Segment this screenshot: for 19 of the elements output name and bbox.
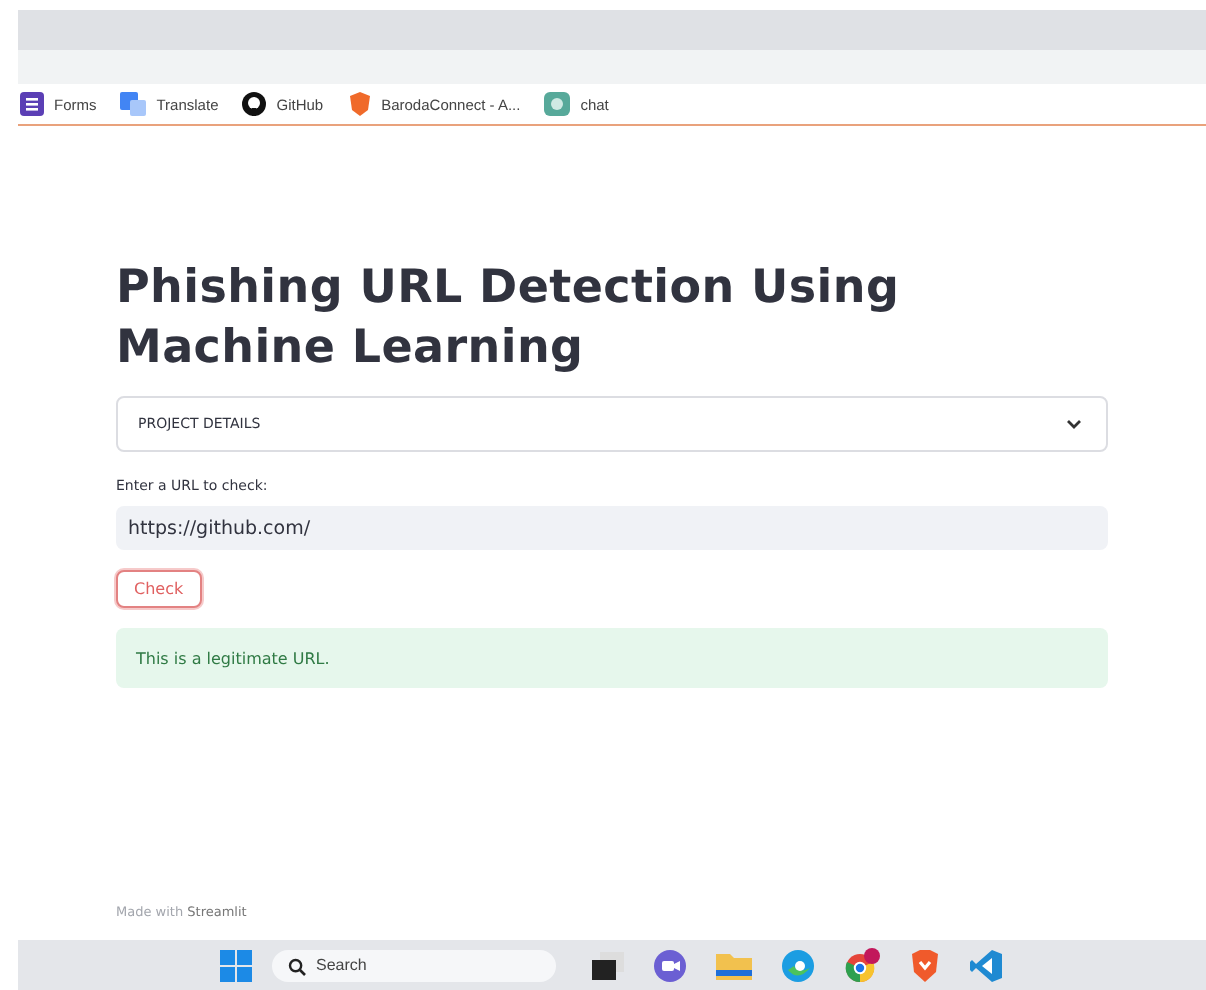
taskbar-search-field[interactable]: Search (272, 949, 556, 981)
task-view-icon[interactable] (592, 951, 624, 979)
browser-circle-icon[interactable] (844, 947, 880, 983)
form-icon (20, 92, 44, 116)
windows-logo-icon[interactable] (220, 949, 252, 981)
folder-icon[interactable] (716, 951, 752, 979)
result-alert: This is a legitimate URL. (116, 628, 1108, 688)
url-input-field[interactable]: https://github.com/ (116, 506, 1108, 550)
chat-icon (544, 92, 571, 116)
page-title: Phishing URL Detection Using Machine Learning (116, 260, 902, 378)
code-editor-icon[interactable] (970, 949, 1002, 981)
browser-swirl-icon[interactable] (782, 949, 814, 981)
chevron-icon (1066, 418, 1082, 430)
shield-icon (347, 92, 372, 116)
check-button[interactable]: Check (116, 570, 202, 608)
translate-icon (120, 92, 147, 116)
video-chat-icon[interactable] (654, 949, 686, 981)
search-icon (288, 957, 306, 975)
lion-shield-icon[interactable] (910, 949, 940, 981)
